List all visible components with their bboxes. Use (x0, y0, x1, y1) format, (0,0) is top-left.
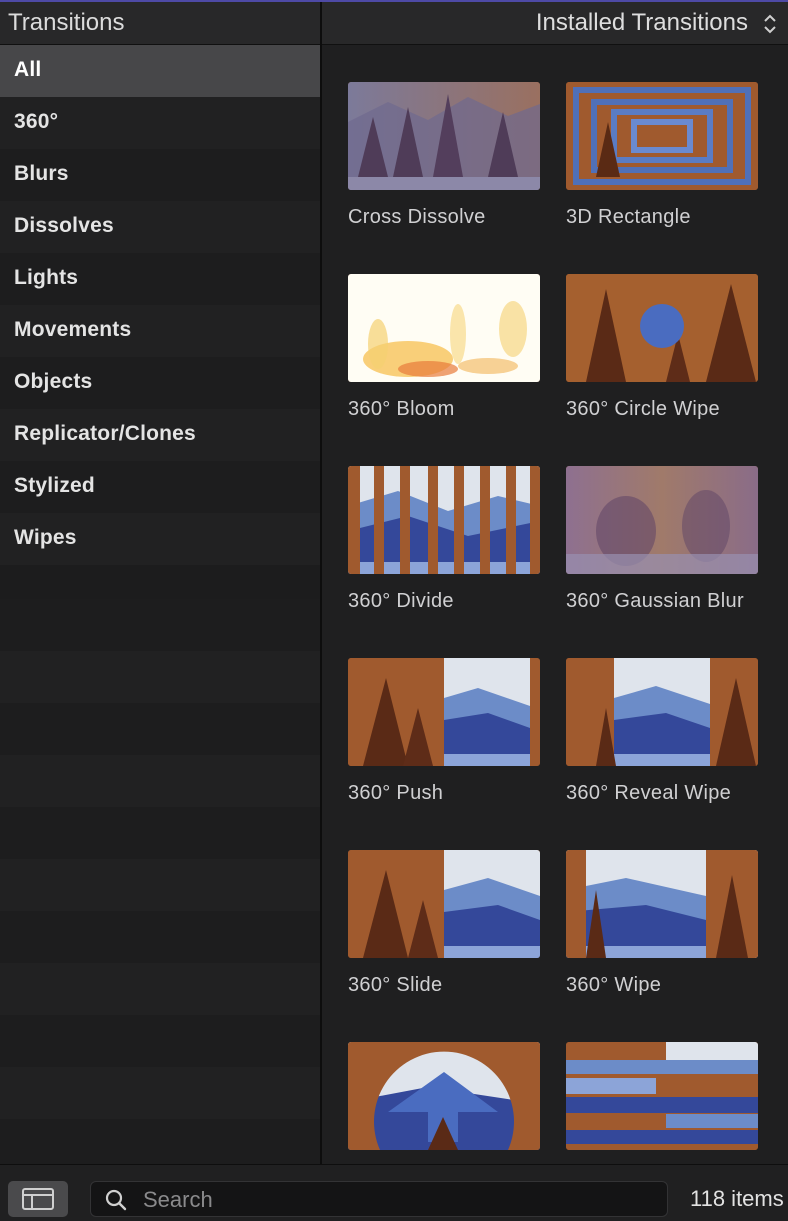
transition-label: 360° Bloom (348, 398, 455, 420)
chevron-up-down-icon[interactable] (762, 12, 778, 36)
transition-label: 360° Wipe (566, 974, 662, 996)
transition-item[interactable]: 360° Push (348, 658, 548, 806)
transition-thumbnail (566, 274, 758, 382)
pane-divider[interactable] (320, 2, 322, 1164)
transition-label: 360° Circle Wipe (566, 398, 720, 420)
transition-thumbnail (566, 466, 758, 574)
category-lights[interactable]: Lights (0, 253, 320, 305)
transition-item[interactable]: 360° Circle Wipe (566, 274, 766, 422)
category-wipes[interactable]: Wipes (0, 513, 320, 565)
transition-item[interactable]: 360° Wipe (566, 850, 766, 998)
sidebar-title: Transitions (0, 2, 320, 45)
transition-item[interactable]: 360° Divide (348, 466, 548, 614)
transition-item[interactable]: 360° Reveal Wipe (566, 658, 766, 806)
category-list: All 360° Blurs Dissolves Lights Movement… (0, 45, 320, 565)
category-replicator-clones[interactable]: Replicator/Clones (0, 409, 320, 461)
category-dissolves[interactable]: Dissolves (0, 201, 320, 253)
layout-icon (22, 1188, 54, 1210)
item-count: 118 items (690, 1186, 784, 1211)
transition-label: 360° Reveal Wipe (566, 782, 732, 804)
browser-header: Installed Transitions (322, 2, 788, 45)
transition-label: 360° Divide (348, 590, 454, 612)
layout-toggle-button[interactable] (8, 1181, 68, 1217)
category-360[interactable]: 360° (0, 97, 320, 149)
search-field[interactable] (90, 1181, 668, 1217)
transition-item[interactable]: 360° Slide (348, 850, 548, 998)
source-popup-label[interactable]: Installed Transitions (536, 2, 748, 44)
transition-label: Cross Dissolve (348, 206, 486, 228)
transition-thumbnail (348, 466, 540, 574)
transition-item[interactable] (566, 1042, 766, 1164)
transition-item[interactable]: 360° Bloom (348, 274, 548, 422)
category-all[interactable]: All (0, 45, 320, 97)
transition-thumbnail (566, 850, 758, 958)
transition-thumbnail (566, 82, 758, 190)
transition-thumbnail (566, 658, 758, 766)
sidebar-empty-area (0, 599, 320, 1164)
transition-thumbnail (348, 1042, 540, 1150)
browser-footer: 118 items (0, 1164, 788, 1221)
transition-item[interactable]: 360° Gaussian Blur (566, 466, 766, 614)
transition-thumbnail (348, 82, 540, 190)
transitions-sidebar: Transitions All 360° Blurs Dissolves Lig… (0, 2, 320, 1164)
search-icon (105, 1189, 127, 1211)
transition-thumbnail (348, 850, 540, 958)
category-stylized[interactable]: Stylized (0, 461, 320, 513)
transition-label: 3D Rectangle (566, 206, 691, 228)
transition-label: 360° Push (348, 782, 444, 804)
category-movements[interactable]: Movements (0, 305, 320, 357)
transition-item[interactable] (348, 1042, 548, 1164)
transition-thumbnail (348, 658, 540, 766)
category-blurs[interactable]: Blurs (0, 149, 320, 201)
transition-label: 360° Slide (348, 974, 443, 996)
transition-item[interactable]: Cross Dissolve (348, 82, 548, 230)
search-input[interactable] (141, 1184, 645, 1216)
transition-thumbnail (566, 1042, 758, 1150)
category-objects[interactable]: Objects (0, 357, 320, 409)
transition-item[interactable]: 3D Rectangle (566, 82, 766, 230)
transition-label: 360° Gaussian Blur (566, 590, 744, 612)
transition-thumbnail (348, 274, 540, 382)
